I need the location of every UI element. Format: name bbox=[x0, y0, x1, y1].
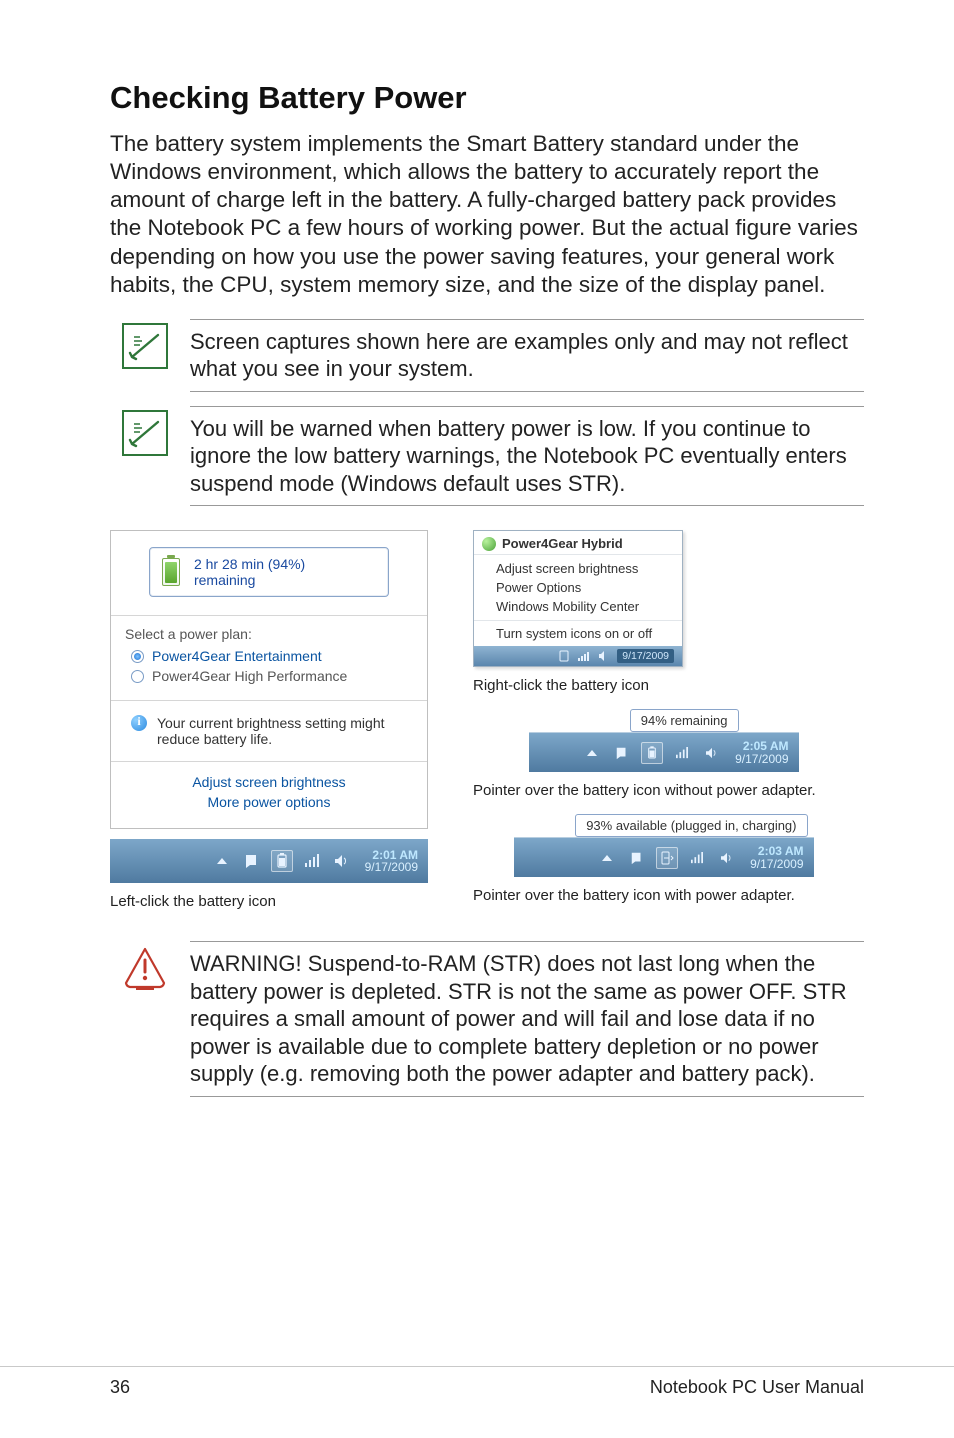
more-power-options-link[interactable]: More power options bbox=[111, 794, 427, 810]
section-title: Checking Battery Power bbox=[110, 80, 864, 116]
note-block-1: Screen captures shown here are examples … bbox=[122, 319, 864, 392]
caption-right-1: Right-click the battery icon bbox=[473, 677, 864, 695]
power4gear-icon bbox=[482, 537, 496, 551]
battery-tray-icon[interactable] bbox=[641, 742, 663, 764]
note-icon bbox=[122, 410, 168, 456]
volume-icon[interactable] bbox=[701, 742, 723, 764]
taskbar-left: 2:01 AM 9/17/2009 bbox=[110, 839, 428, 883]
battery-remaining-balloon: 2 hr 28 min (94%) remaining bbox=[149, 547, 389, 597]
battery-tray-icon[interactable] bbox=[557, 649, 571, 663]
taskbar-charging: 2:03 AM 9/17/2009 bbox=[514, 837, 814, 877]
radio-unchecked-icon bbox=[131, 670, 144, 683]
plan-option-entertainment[interactable]: Power4Gear Entertainment bbox=[131, 648, 413, 664]
action-center-icon[interactable] bbox=[241, 850, 263, 872]
network-icon[interactable] bbox=[671, 742, 693, 764]
note-text-1: Screen captures shown here are examples … bbox=[190, 319, 864, 392]
network-icon[interactable] bbox=[577, 649, 591, 663]
note-text-2: You will be warned when battery power is… bbox=[190, 406, 864, 507]
tray-clock[interactable]: 2:03 AM 9/17/2009 bbox=[746, 845, 803, 870]
volume-icon[interactable] bbox=[331, 850, 353, 872]
note-block-2: You will be warned when battery power is… bbox=[122, 406, 864, 507]
figure-row: 2 hr 28 min (94%) remaining Select a pow… bbox=[110, 530, 864, 911]
volume-icon[interactable] bbox=[597, 649, 611, 663]
battery-popup-panel: 2 hr 28 min (94%) remaining Select a pow… bbox=[110, 530, 428, 829]
info-icon bbox=[131, 715, 147, 731]
adjust-brightness-link[interactable]: Adjust screen brightness bbox=[111, 774, 427, 790]
show-hidden-icons[interactable] bbox=[581, 742, 603, 764]
plan-option-label: Power4Gear High Performance bbox=[152, 668, 347, 684]
action-center-icon[interactable] bbox=[611, 742, 633, 764]
cm-adjust-brightness[interactable]: Adjust screen brightness bbox=[496, 559, 682, 578]
tray-clock[interactable]: 2:05 AM 9/17/2009 bbox=[731, 740, 788, 765]
battery-context-menu: Power4Gear Hybrid Adjust screen brightne… bbox=[473, 530, 683, 667]
battery-tray-icon[interactable] bbox=[271, 850, 293, 872]
battery-remaining-text: 2 hr 28 min (94%) remaining bbox=[194, 556, 370, 588]
warning-block: WARNING! Suspend-to-RAM (STR) does not l… bbox=[122, 941, 864, 1097]
plan-option-label: Power4Gear Entertainment bbox=[152, 648, 322, 664]
context-menu-title: Power4Gear Hybrid bbox=[502, 536, 623, 551]
power-plan-label: Select a power plan: bbox=[125, 626, 413, 642]
caption-right-2: Pointer over the battery icon without po… bbox=[473, 782, 864, 800]
warning-text: WARNING! Suspend-to-RAM (STR) does not l… bbox=[190, 941, 864, 1097]
radio-checked-icon bbox=[131, 650, 144, 663]
caption-left: Left-click the battery icon bbox=[110, 893, 445, 911]
cm-power-options[interactable]: Power Options bbox=[496, 578, 682, 597]
battery-tooltip-93: 93% available (plugged in, charging) bbox=[575, 814, 807, 837]
warning-icon bbox=[122, 945, 168, 991]
battery-charging-tray-icon[interactable] bbox=[656, 847, 678, 869]
network-icon[interactable] bbox=[301, 850, 323, 872]
show-hidden-icons[interactable] bbox=[211, 850, 233, 872]
plan-option-high-performance[interactable]: Power4Gear High Performance bbox=[131, 668, 413, 684]
battery-full-icon bbox=[162, 558, 180, 586]
brightness-info-text: Your current brightness setting might re… bbox=[157, 715, 411, 747]
page-number: 36 bbox=[110, 1377, 130, 1398]
page-footer: 36 Notebook PC User Manual bbox=[0, 1366, 954, 1398]
network-icon[interactable] bbox=[686, 847, 708, 869]
battery-tooltip-94: 94% remaining bbox=[630, 709, 739, 732]
cm-mobility-center[interactable]: Windows Mobility Center bbox=[496, 597, 682, 616]
action-center-icon[interactable] bbox=[626, 847, 648, 869]
volume-icon[interactable] bbox=[716, 847, 738, 869]
manual-title: Notebook PC User Manual bbox=[650, 1377, 864, 1398]
tray-clock[interactable]: 2:01 AM 9/17/2009 bbox=[361, 849, 418, 874]
caption-right-3: Pointer over the battery icon with power… bbox=[473, 887, 864, 905]
context-menu-date: 9/17/2009 bbox=[617, 649, 674, 663]
cm-turn-system-icons[interactable]: Turn system icons on or off bbox=[496, 626, 682, 641]
show-hidden-icons[interactable] bbox=[596, 847, 618, 869]
body-paragraph: The battery system implements the Smart … bbox=[110, 130, 864, 299]
note-icon bbox=[122, 323, 168, 369]
taskbar-nopower: 2:05 AM 9/17/2009 bbox=[529, 732, 799, 772]
